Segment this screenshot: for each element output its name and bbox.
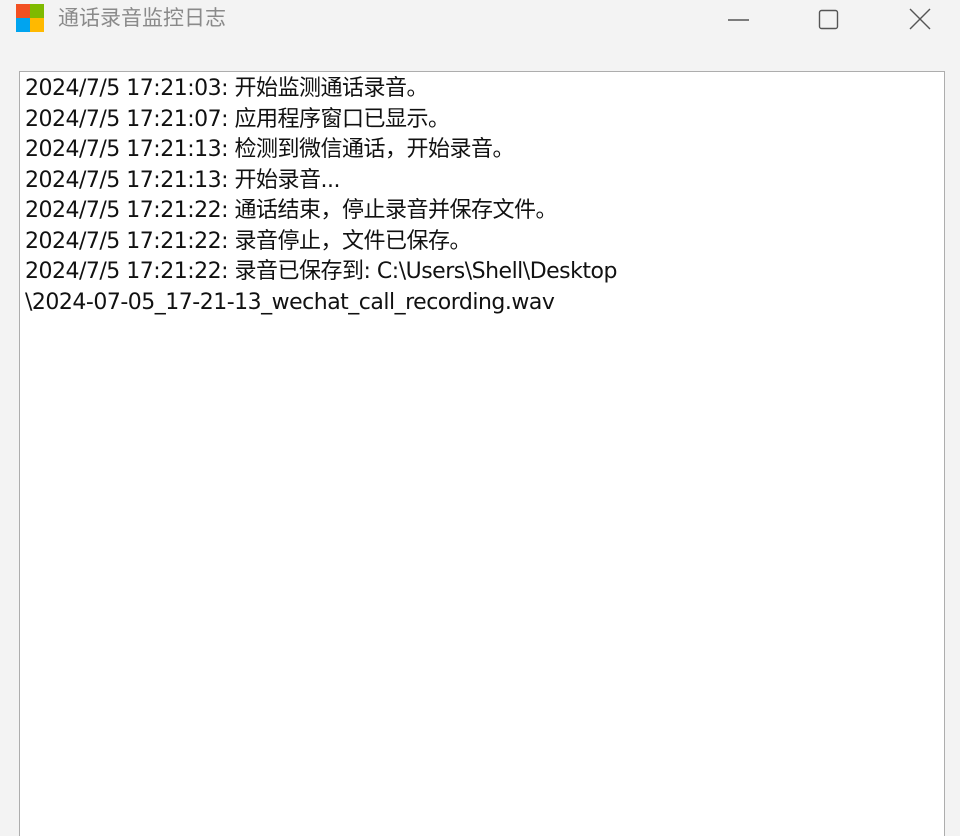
log-line: 2024/7/5 17:21:22: 录音已保存到: C:\Users\Shel… — [25, 259, 617, 284]
close-icon — [909, 8, 931, 30]
app-icon — [16, 4, 44, 32]
icon-square-yellow — [30, 18, 44, 32]
log-line: 2024/7/5 17:21:03: 开始监测通话录音。 — [25, 76, 429, 101]
title-bar[interactable]: 通话录音监控日志 — [0, 0, 960, 40]
maximize-icon — [818, 9, 839, 30]
minimize-button[interactable] — [716, 0, 762, 40]
minimize-icon — [728, 19, 749, 21]
log-line: 2024/7/5 17:21:13: 检测到微信通话，开始录音。 — [25, 137, 515, 162]
app-window: 通话录音监控日志 2024/7/5 17:21:03: 开始监测通话录音。 202… — [0, 0, 960, 836]
icon-square-blue — [16, 18, 30, 32]
icon-square-green — [30, 4, 44, 18]
close-button[interactable] — [898, 0, 944, 40]
log-line: 2024/7/5 17:21:13: 开始录音... — [25, 167, 341, 193]
maximize-button[interactable] — [806, 0, 852, 40]
log-lines: 2024/7/5 17:21:03: 开始监测通话录音。 2024/7/5 17:… — [25, 74, 940, 318]
window-title: 通话录音监控日志 — [58, 6, 226, 30]
log-line: 2024/7/5 17:21:22: 通话结束，停止录音并保存文件。 — [25, 198, 558, 223]
log-line: 2024/7/5 17:21:07: 应用程序窗口已显示。 — [25, 106, 450, 132]
log-line: \2024-07-05_17-21-13_wechat_call_recordi… — [25, 289, 555, 315]
log-line: 2024/7/5 17:21:22: 录音停止，文件已保存。 — [25, 228, 472, 254]
icon-square-red — [16, 4, 30, 18]
log-textbox[interactable]: 2024/7/5 17:21:03: 开始监测通话录音。 2024/7/5 17:… — [19, 71, 945, 836]
